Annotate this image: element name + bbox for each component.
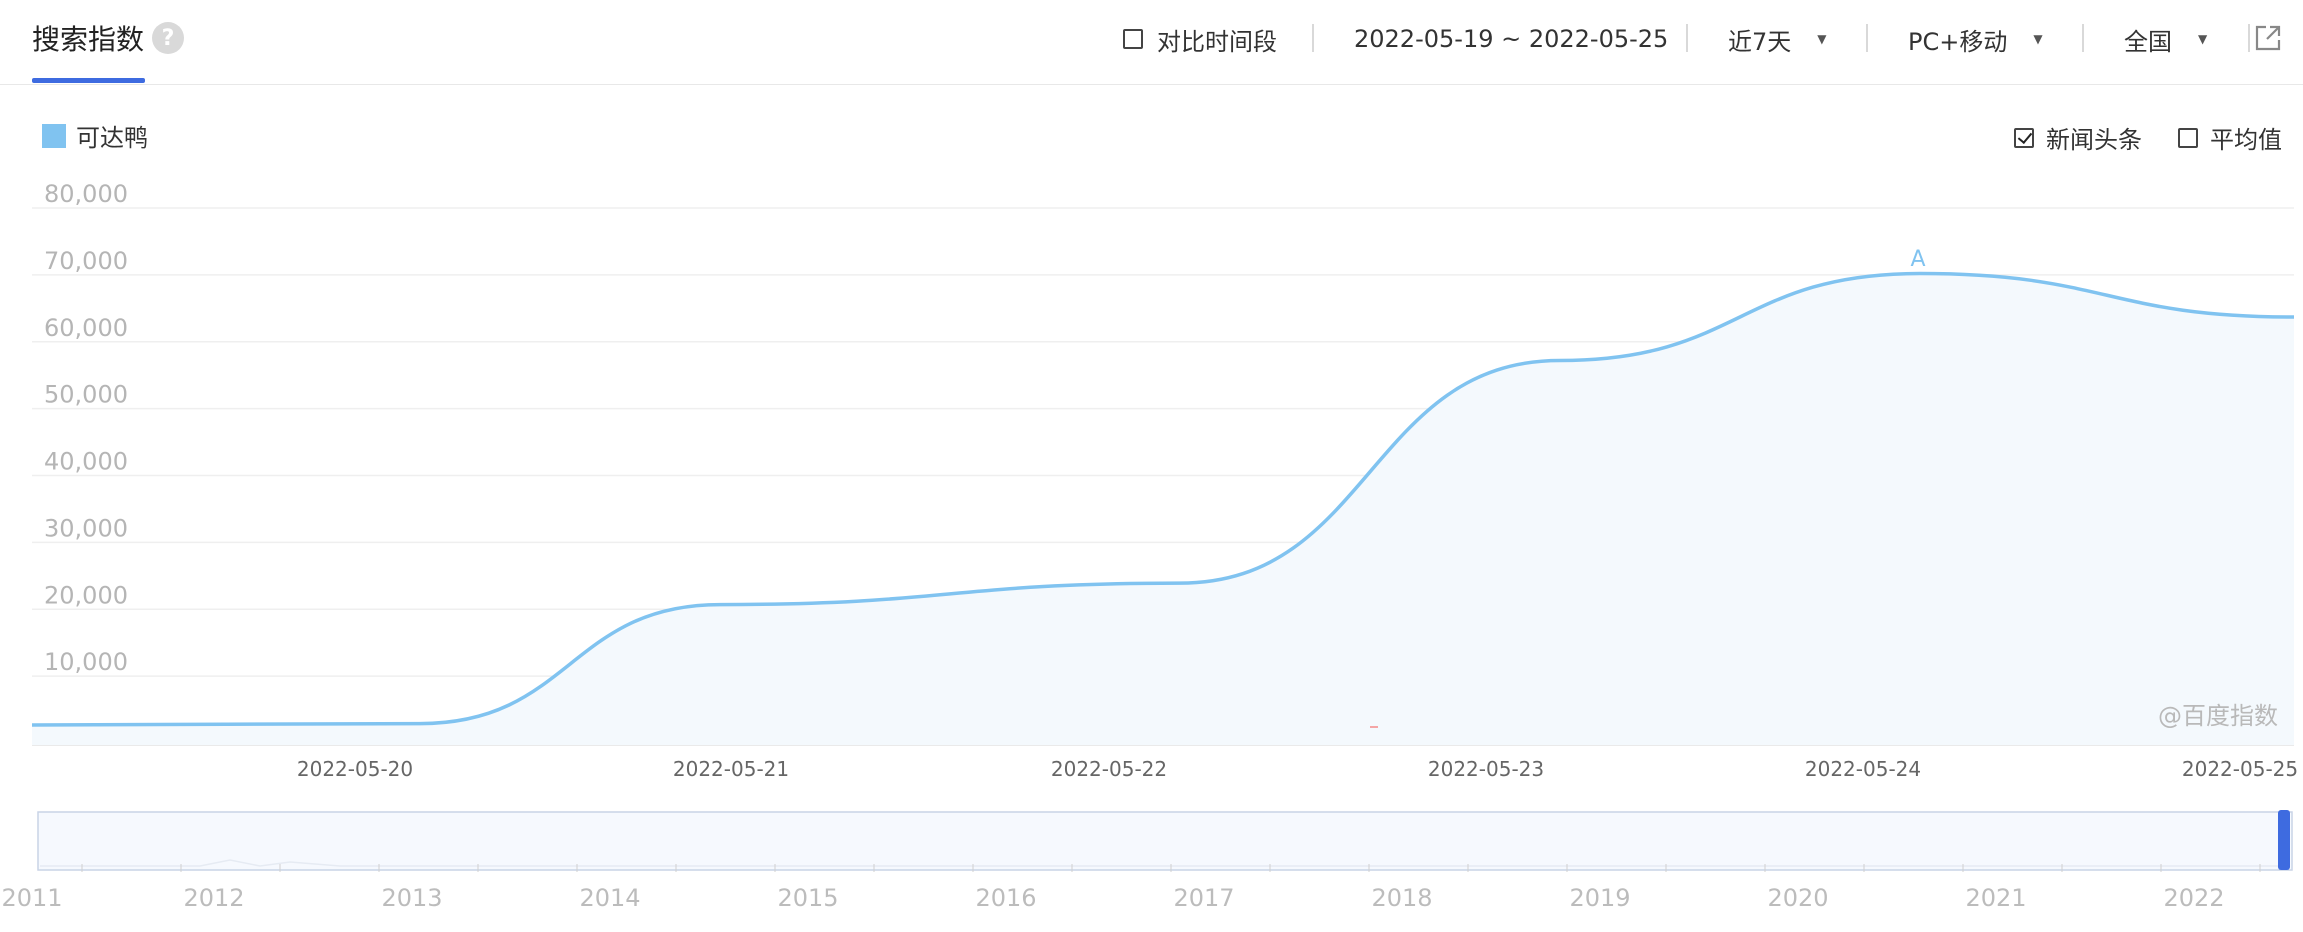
timeline-year-label: 2014 [579,884,640,912]
timeline-range [37,811,2293,871]
timeline-year-label: 2017 [1173,884,1234,912]
x-tick-label: 2022-05-21 [673,757,789,781]
timeline-year-label: 2019 [1569,884,1630,912]
timeline-year-label: 2013 [381,884,442,912]
x-tick-label: 2022-05-22 [1051,757,1167,781]
timeline-year-label: 2016 [975,884,1036,912]
x-tick-label: 2022-05-25 [2182,757,2298,781]
y-tick-label: 10,000 [44,648,128,676]
y-tick-label: 30,000 [44,514,128,542]
y-tick-label: 70,000 [44,247,128,275]
timeline-year-label: 2020 [1767,884,1828,912]
y-tick-label: 40,000 [44,448,128,476]
timeline-year-label: 2021 [1965,884,2026,912]
timeline-year-label: 2011 [1,884,62,912]
timeline-handle [2278,810,2290,870]
search-index-chart[interactable]: 10,000 20,000 30,000 40,000 50,000 60,000 70,0… [0,0,2303,932]
watermark: @百度指数 [2158,702,2278,730]
y-tick-label: 20,000 [44,581,128,609]
timeline-year-label: 2012 [183,884,244,912]
series-area [32,273,2294,745]
timeline-year-label: 2022 [2163,884,2224,912]
x-tick-label: 2022-05-23 [1428,757,1544,781]
y-tick-label: 50,000 [44,381,128,409]
annotation-label: A [1910,247,1925,272]
y-tick-label: 60,000 [44,314,128,342]
timeline-year-label: 2015 [777,884,838,912]
x-tick-label: 2022-05-24 [1805,757,1921,781]
y-tick-label: 80,000 [44,180,128,208]
x-tick-label: 2022-05-20 [297,757,413,781]
timeline-year-label: 2018 [1371,884,1432,912]
